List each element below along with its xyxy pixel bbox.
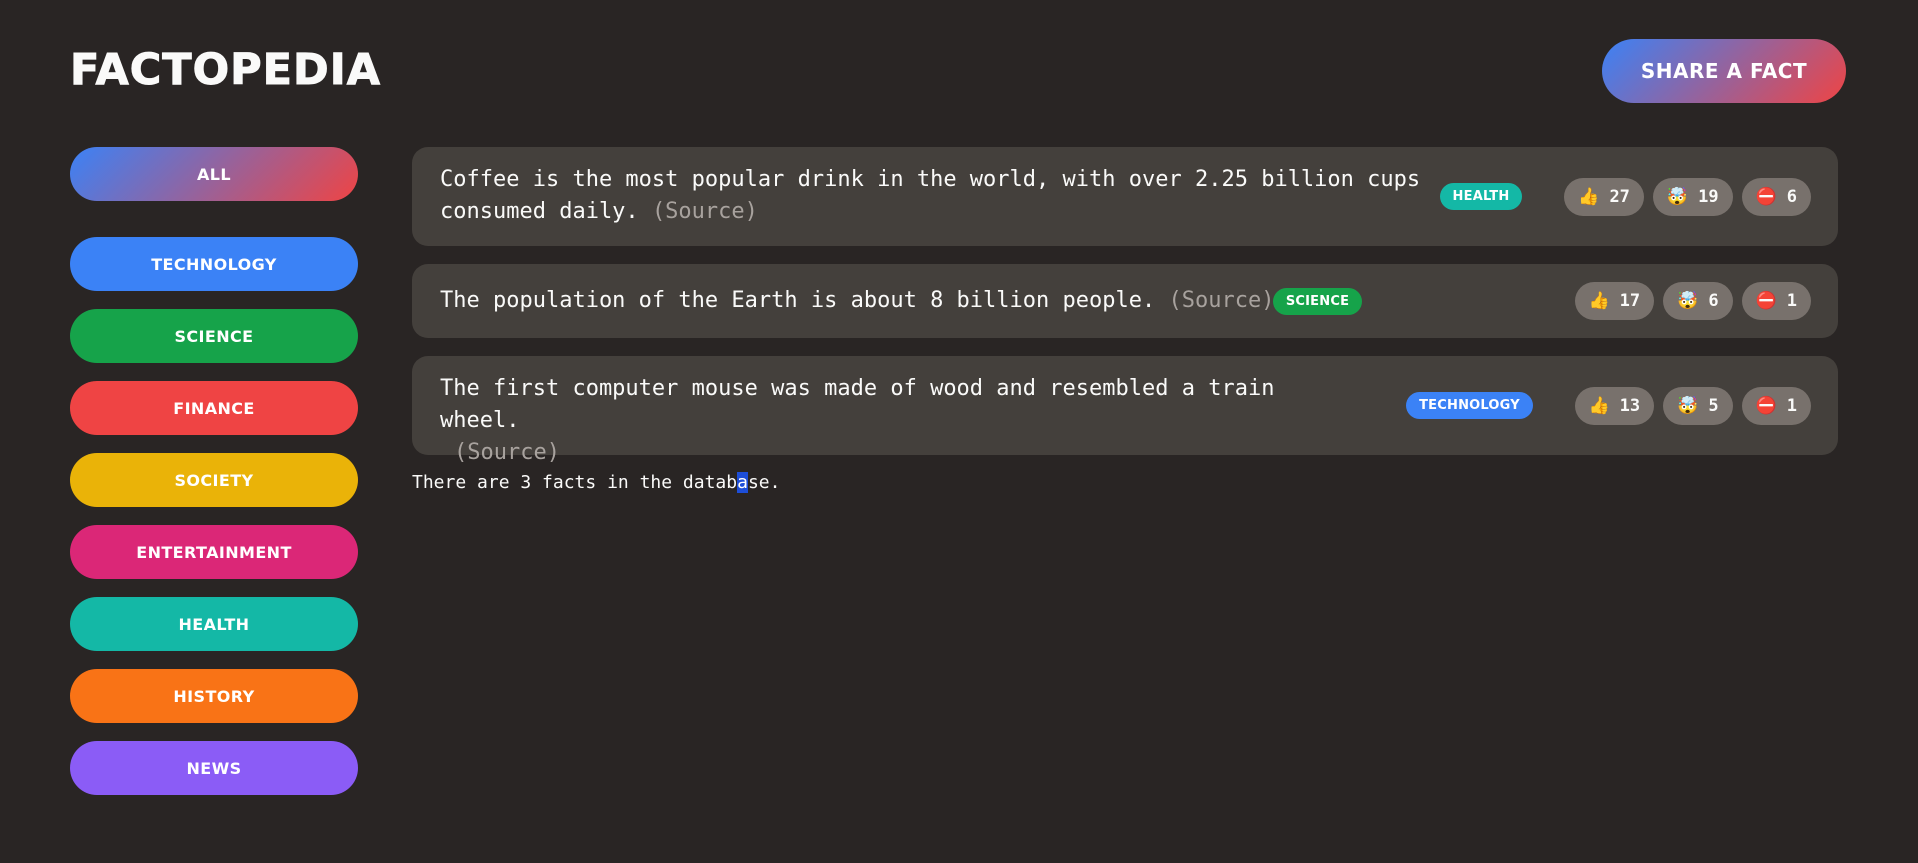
vote-count: 19 — [1698, 187, 1719, 207]
fact-item: The first computer mouse was made of woo… — [412, 356, 1838, 465]
fact-source-link[interactable]: (Source) — [1169, 288, 1275, 313]
fact-category-tag: HEALTH — [1440, 183, 1522, 210]
vote-false-button[interactable]: ⛔ 1 — [1741, 282, 1811, 320]
fact-category-tag: TECHNOLOGY — [1406, 392, 1533, 419]
vote-mindblowing-button[interactable]: 🤯 6 — [1663, 282, 1733, 320]
category-entertainment-button[interactable]: ENTERTAINMENT — [70, 525, 358, 579]
vote-mindblowing-button[interactable]: 🤯 19 — [1652, 178, 1733, 216]
category-history-button[interactable]: HISTORY — [70, 669, 358, 723]
vote-buttons: 👍 13 🤯 5 ⛔ 1 — [1574, 387, 1811, 425]
app-title: FACTOPEDIA — [69, 45, 382, 96]
vote-buttons: 👍 27 🤯 19 ⛔ 6 — [1564, 178, 1811, 216]
fact-source-link[interactable]: (Source) — [652, 199, 758, 224]
text-selection: a — [737, 472, 748, 493]
fact-text: The first computer mouse was made of woo… — [440, 373, 1360, 469]
vote-count: 5 — [1708, 396, 1719, 416]
share-fact-button[interactable]: SHARE A FACT — [1602, 39, 1846, 103]
mind-blown-icon: 🤯 — [1677, 290, 1699, 311]
fact-text-line: Coffee is the most popular drink in the … — [440, 167, 1421, 192]
category-technology-button[interactable]: TECHNOLOGY — [70, 237, 358, 291]
vote-count: 6 — [1786, 187, 1797, 207]
vote-interesting-button[interactable]: 👍 27 — [1564, 178, 1644, 216]
vote-count: 27 — [1609, 187, 1630, 207]
facts-count-text-part: se. — [747, 472, 781, 493]
vote-count: 17 — [1619, 291, 1641, 311]
fact-category-tag: SCIENCE — [1273, 288, 1362, 315]
vote-false-button[interactable]: ⛔ 6 — [1741, 178, 1811, 216]
vote-interesting-button[interactable]: 👍 13 — [1574, 387, 1655, 425]
no-entry-icon: ⛔ — [1755, 186, 1777, 207]
vote-buttons: 👍 17 🤯 6 ⛔ 1 — [1574, 282, 1811, 320]
category-all-button[interactable]: ALL — [70, 147, 358, 201]
vote-count: 6 — [1708, 291, 1719, 311]
vote-count: 13 — [1619, 396, 1641, 416]
thumbs-up-icon: 👍 — [1578, 186, 1600, 207]
category-science-button[interactable]: SCIENCE — [70, 309, 358, 363]
mind-blown-icon: 🤯 — [1666, 186, 1689, 207]
mind-blown-icon: 🤯 — [1677, 395, 1699, 416]
fact-item: Coffee is the most popular drink in the … — [412, 147, 1838, 246]
vote-interesting-button[interactable]: 👍 17 — [1574, 282, 1655, 320]
header: FACTOPEDIA SHARE A FACT — [69, 39, 1846, 103]
vote-mindblowing-button[interactable]: 🤯 5 — [1663, 387, 1733, 425]
vote-false-button[interactable]: ⛔ 1 — [1741, 387, 1811, 425]
facts-count-text-part: There are 3 facts in the datab — [412, 472, 738, 493]
fact-text: Coffee is the most popular drink in the … — [440, 164, 1420, 228]
no-entry-icon: ⛔ — [1755, 290, 1777, 311]
thumbs-up-icon: 👍 — [1588, 290, 1610, 311]
fact-source-link[interactable]: (Source) — [440, 440, 560, 465]
fact-text-line: consumed daily. — [440, 199, 639, 224]
no-entry-icon: ⛔ — [1755, 395, 1777, 416]
category-finance-button[interactable]: FINANCE — [70, 381, 358, 435]
fact-item: The population of the Earth is about 8 b… — [412, 264, 1838, 338]
category-health-button[interactable]: HEALTH — [70, 597, 358, 651]
fact-text-line: The population of the Earth is about 8 b… — [440, 288, 1156, 313]
category-society-button[interactable]: SOCIETY — [70, 453, 358, 507]
vote-count: 1 — [1786, 291, 1797, 311]
vote-count: 1 — [1786, 396, 1797, 416]
thumbs-up-icon: 👍 — [1588, 395, 1610, 416]
fact-text-line: The first computer mouse was made of woo… — [440, 376, 1275, 433]
fact-text: The population of the Earth is about 8 b… — [440, 285, 1274, 317]
category-news-button[interactable]: NEWS — [70, 741, 358, 795]
facts-count-text: There are 3 facts in the database. — [412, 472, 780, 493]
